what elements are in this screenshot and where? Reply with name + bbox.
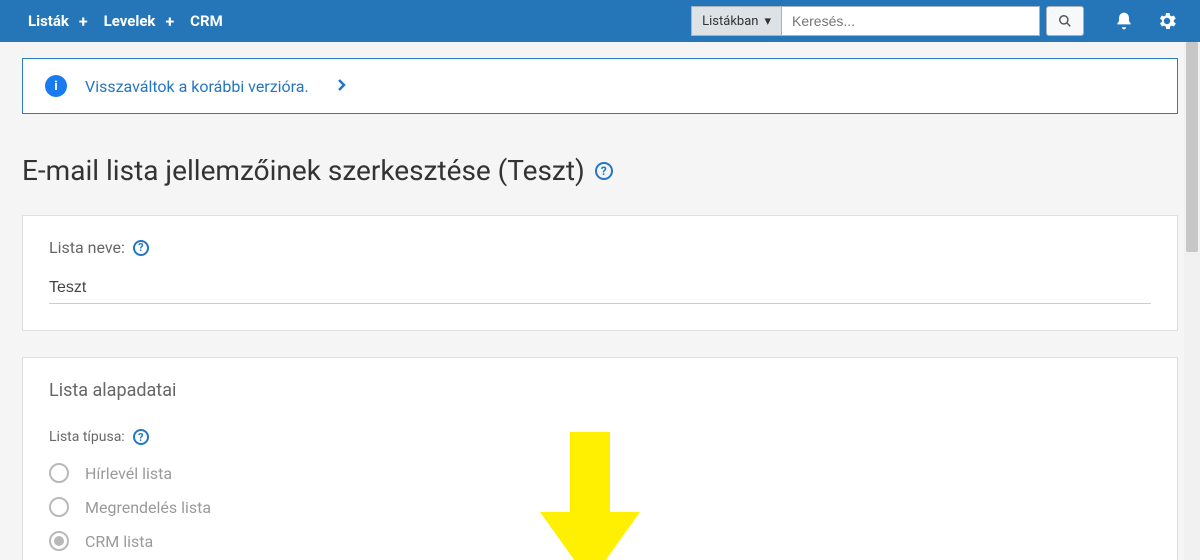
top-navigation-bar: Listák + Levelek + CRM Listákban ▾ bbox=[0, 0, 1200, 42]
list-name-label-text: Lista neve: bbox=[49, 238, 125, 257]
page-content: i Visszaváltok a korábbi verzióra. E-mai… bbox=[0, 42, 1200, 560]
basics-section-title: Lista alapadatai bbox=[49, 380, 1151, 401]
help-icon[interactable]: ? bbox=[133, 240, 149, 256]
search-container: Listákban ▾ bbox=[691, 6, 1084, 36]
list-type-radio-group: Hírlevél lista Megrendelés lista CRM lis… bbox=[49, 463, 1151, 551]
radio-newsletter[interactable]: Hírlevél lista bbox=[49, 463, 1151, 483]
radio-order[interactable]: Megrendelés lista bbox=[49, 497, 1151, 517]
main-nav: Listák + Levelek + CRM bbox=[22, 12, 229, 31]
topbar-actions bbox=[1114, 10, 1178, 32]
list-name-label: Lista neve: ? bbox=[49, 238, 1151, 257]
list-name-input[interactable] bbox=[49, 273, 1151, 304]
search-scope-label: Listákban bbox=[702, 14, 758, 29]
radio-icon bbox=[49, 497, 69, 517]
plus-icon[interactable]: + bbox=[161, 12, 184, 31]
radio-label: Megrendelés lista bbox=[85, 498, 211, 517]
list-name-card: Lista neve: ? bbox=[22, 215, 1178, 331]
notice-text: Visszaváltok a korábbi verzióra. bbox=[85, 77, 309, 96]
settings-button[interactable] bbox=[1156, 10, 1178, 32]
list-type-label: Lista típusa: ? bbox=[49, 429, 1151, 445]
caret-down-icon: ▾ bbox=[764, 14, 771, 29]
chevron-right-icon bbox=[337, 77, 347, 96]
list-type-label-text: Lista típusa: bbox=[49, 429, 125, 445]
list-basics-card: Lista alapadatai Lista típusa: ? Hírlevé… bbox=[22, 357, 1178, 560]
version-notice[interactable]: i Visszaváltok a korábbi verzióra. bbox=[22, 58, 1178, 114]
notifications-button[interactable] bbox=[1114, 11, 1134, 31]
plus-icon[interactable]: + bbox=[75, 12, 98, 31]
page-title: E-mail lista jellemzőinek szerkesztése (… bbox=[22, 154, 1178, 187]
help-icon[interactable]: ? bbox=[133, 429, 149, 445]
radio-label: CRM lista bbox=[85, 532, 153, 551]
radio-icon bbox=[49, 463, 69, 483]
radio-crm[interactable]: CRM lista bbox=[49, 531, 1151, 551]
page-title-text: E-mail lista jellemzőinek szerkesztése (… bbox=[22, 154, 585, 187]
search-scope-dropdown[interactable]: Listákban ▾ bbox=[691, 6, 782, 36]
bell-icon bbox=[1114, 11, 1134, 31]
gear-icon bbox=[1156, 10, 1178, 32]
search-input[interactable] bbox=[782, 6, 1040, 36]
nav-crm[interactable]: CRM bbox=[184, 12, 229, 30]
search-button[interactable] bbox=[1046, 6, 1084, 36]
nav-lists[interactable]: Listák bbox=[22, 12, 75, 30]
radio-label: Hírlevél lista bbox=[85, 464, 172, 483]
help-icon[interactable]: ? bbox=[595, 162, 613, 180]
scrollbar-thumb[interactable] bbox=[1186, 42, 1198, 252]
vertical-scrollbar[interactable] bbox=[1184, 42, 1200, 560]
search-icon bbox=[1058, 14, 1072, 28]
nav-letters[interactable]: Levelek bbox=[98, 12, 162, 30]
radio-icon bbox=[49, 531, 69, 551]
info-icon: i bbox=[45, 75, 67, 97]
